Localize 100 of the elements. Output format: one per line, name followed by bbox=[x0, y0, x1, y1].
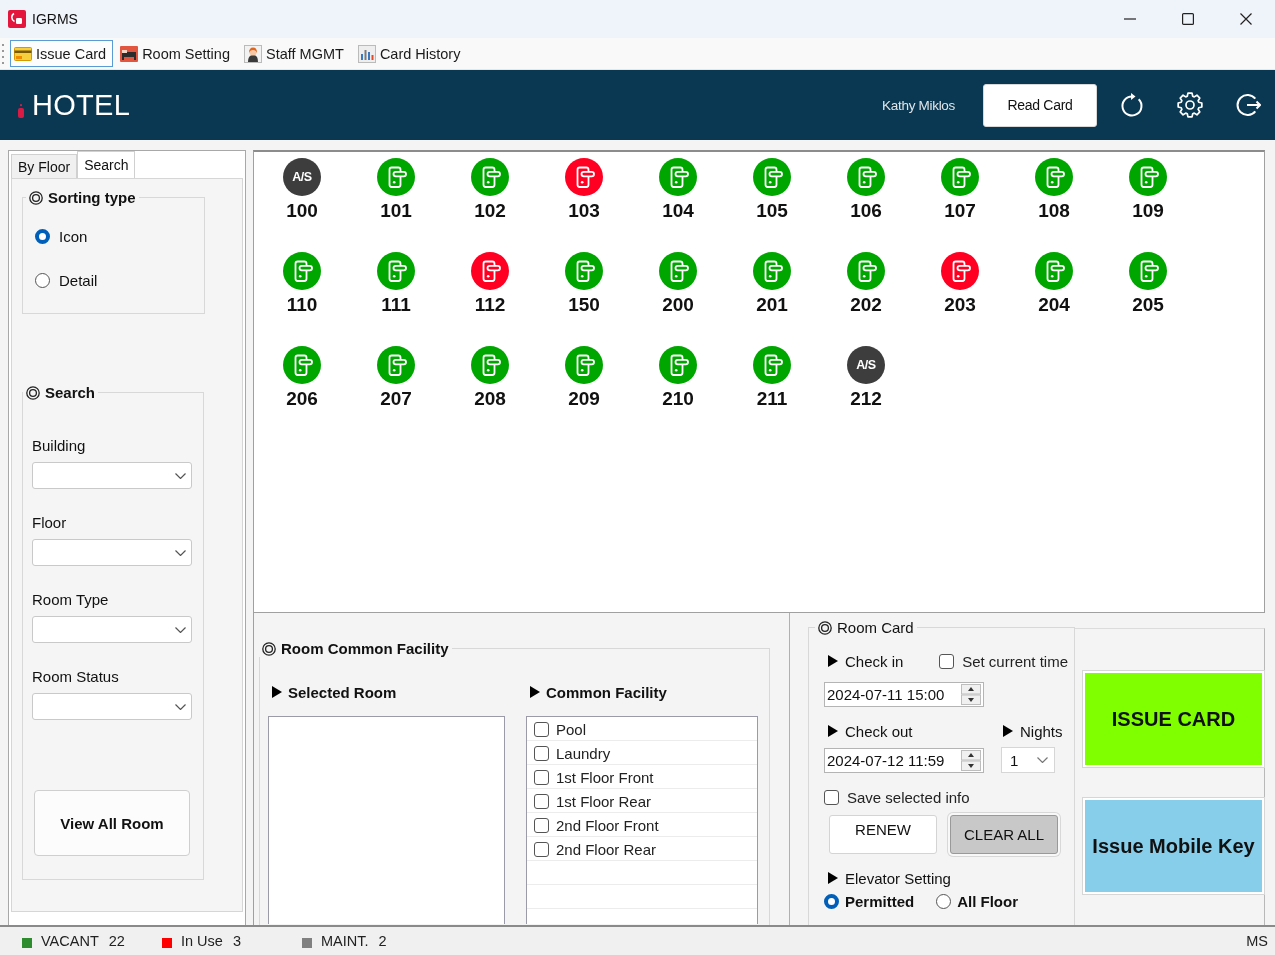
spinner-icon[interactable] bbox=[961, 684, 981, 705]
door-handle-icon[interactable] bbox=[847, 158, 885, 196]
room-number[interactable]: 205 bbox=[1132, 293, 1164, 317]
logout-icon[interactable] bbox=[1235, 92, 1261, 118]
door-handle-icon[interactable] bbox=[1129, 252, 1167, 290]
room-number[interactable]: 200 bbox=[662, 293, 694, 317]
door-handle-icon[interactable] bbox=[565, 158, 603, 196]
radio-button[interactable] bbox=[35, 272, 50, 288]
room-number[interactable]: 211 bbox=[756, 387, 788, 411]
room-number[interactable]: 108 bbox=[1038, 199, 1070, 223]
room-number[interactable]: 109 bbox=[1132, 199, 1164, 223]
door-handle-icon[interactable] bbox=[659, 252, 697, 290]
toolbar-button[interactable]: Issue Card bbox=[10, 40, 114, 67]
room-number[interactable]: 212 bbox=[850, 387, 882, 411]
checkbox[interactable] bbox=[534, 745, 549, 761]
radio-label[interactable]: Detail bbox=[59, 271, 98, 289]
door-handle-icon[interactable] bbox=[565, 346, 603, 384]
room-number[interactable]: 208 bbox=[474, 387, 506, 411]
maximize-icon[interactable] bbox=[1182, 13, 1194, 25]
dropdown-field[interactable] bbox=[32, 539, 192, 566]
radio-label[interactable]: Icon bbox=[59, 227, 88, 245]
room-number[interactable]: 111 bbox=[381, 293, 411, 317]
room-number[interactable]: 105 bbox=[756, 199, 788, 223]
checkbox-label[interactable]: 1st Floor Rear bbox=[556, 792, 652, 810]
door-handle-icon[interactable] bbox=[471, 252, 509, 290]
checkbox-label[interactable]: 2nd Floor Rear bbox=[556, 840, 657, 858]
door-handle-icon[interactable] bbox=[941, 252, 979, 290]
checkbox[interactable] bbox=[534, 721, 549, 737]
radio-button[interactable] bbox=[936, 893, 952, 909]
room-number[interactable]: 102 bbox=[474, 199, 506, 223]
tab[interactable]: Search bbox=[77, 151, 136, 178]
door-handle-icon[interactable] bbox=[377, 252, 415, 290]
read-card-button[interactable]: Read Card bbox=[983, 83, 1097, 127]
checkbox[interactable] bbox=[534, 817, 549, 833]
room-number[interactable]: 203 bbox=[944, 293, 976, 317]
room-number[interactable]: 210 bbox=[662, 387, 694, 411]
checkbox-label[interactable]: 1st Floor Front bbox=[556, 768, 654, 786]
view-all-room-button[interactable]: View All Room bbox=[34, 790, 190, 856]
door-handle-icon[interactable] bbox=[283, 252, 321, 290]
room-number[interactable]: 206 bbox=[286, 387, 318, 411]
door-handle-icon[interactable] bbox=[1035, 158, 1073, 196]
room-number[interactable]: 150 bbox=[568, 293, 600, 317]
radio-label[interactable]: All Floor bbox=[957, 892, 1018, 910]
toolbar-button[interactable]: Card History bbox=[353, 40, 468, 67]
room-number[interactable]: 107 bbox=[944, 199, 976, 223]
door-handle-icon[interactable] bbox=[941, 158, 979, 196]
maintenance-badge[interactable]: A/S bbox=[283, 158, 321, 196]
settings-icon[interactable] bbox=[1177, 92, 1203, 118]
datetime-field[interactable]: 2024-07-12 11:59 bbox=[824, 747, 984, 773]
renew-button[interactable]: RENEW bbox=[829, 815, 937, 854]
checkbox-label[interactable]: Laundry bbox=[556, 744, 611, 762]
door-handle-icon[interactable] bbox=[471, 158, 509, 196]
refresh-icon[interactable] bbox=[1119, 92, 1145, 118]
nights-dropdown[interactable]: 1 bbox=[1001, 747, 1055, 773]
spinner-icon[interactable] bbox=[961, 749, 981, 771]
tab[interactable]: By Floor bbox=[11, 154, 78, 178]
datetime-field[interactable]: 2024-07-11 15:00 bbox=[824, 682, 984, 707]
room-number[interactable]: 100 bbox=[286, 199, 318, 223]
room-number[interactable]: 101 bbox=[380, 199, 412, 223]
checkbox-label[interactable]: 2nd Floor Front bbox=[556, 816, 659, 834]
room-number[interactable]: 103 bbox=[568, 199, 600, 223]
room-number[interactable]: 201 bbox=[756, 293, 788, 317]
room-number[interactable]: 204 bbox=[1038, 293, 1070, 317]
room-number[interactable]: 110 bbox=[286, 293, 318, 317]
door-handle-icon[interactable] bbox=[753, 346, 791, 384]
room-number[interactable]: 209 bbox=[568, 387, 600, 411]
door-handle-icon[interactable] bbox=[377, 346, 415, 384]
checkbox[interactable] bbox=[824, 789, 839, 805]
toolbar-button[interactable]: Staff MGMT bbox=[240, 40, 351, 67]
clear-button[interactable]: CLEAR ALL bbox=[950, 815, 1058, 854]
door-handle-icon[interactable] bbox=[659, 346, 697, 384]
checkbox[interactable] bbox=[939, 653, 955, 669]
toolbar-button[interactable]: Room Setting bbox=[116, 40, 237, 67]
checkbox-label[interactable]: Pool bbox=[556, 720, 587, 738]
dropdown-field[interactable] bbox=[32, 616, 192, 643]
checkbox[interactable] bbox=[534, 841, 549, 857]
radio-button[interactable] bbox=[824, 893, 839, 909]
door-handle-icon[interactable] bbox=[565, 252, 603, 290]
dropdown-field[interactable] bbox=[32, 462, 192, 489]
action-button[interactable]: Issue Mobile Key bbox=[1083, 798, 1264, 894]
dropdown-field[interactable] bbox=[32, 693, 192, 720]
checkbox-label[interactable]: Save selected info bbox=[847, 788, 970, 806]
radio-label[interactable]: Permitted bbox=[845, 892, 915, 910]
door-handle-icon[interactable] bbox=[1129, 158, 1167, 196]
door-handle-icon[interactable] bbox=[283, 346, 321, 384]
room-number[interactable]: 104 bbox=[662, 199, 694, 223]
door-handle-icon[interactable] bbox=[753, 158, 791, 196]
door-handle-icon[interactable] bbox=[377, 158, 415, 196]
checkbox[interactable] bbox=[534, 793, 549, 809]
close-icon[interactable] bbox=[1240, 13, 1252, 25]
door-handle-icon[interactable] bbox=[659, 158, 697, 196]
door-handle-icon[interactable] bbox=[471, 346, 509, 384]
radio-button[interactable] bbox=[35, 228, 50, 244]
room-number[interactable]: 202 bbox=[850, 293, 882, 317]
door-handle-icon[interactable] bbox=[1035, 252, 1073, 290]
room-number[interactable]: 207 bbox=[380, 387, 412, 411]
door-handle-icon[interactable] bbox=[753, 252, 791, 290]
maintenance-badge[interactable]: A/S bbox=[847, 346, 885, 384]
door-handle-icon[interactable] bbox=[847, 252, 885, 290]
room-number[interactable]: 112 bbox=[474, 293, 506, 317]
